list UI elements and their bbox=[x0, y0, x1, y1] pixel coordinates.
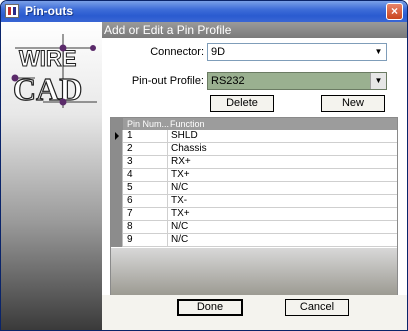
table-row[interactable]: 4 TX+ bbox=[111, 169, 397, 182]
cancel-button[interactable]: Cancel bbox=[285, 299, 349, 316]
wirecad-logo: WIRE CAD bbox=[7, 30, 99, 120]
profile-value: RS232 bbox=[211, 75, 245, 87]
row-selector[interactable] bbox=[111, 182, 123, 195]
row-selector[interactable] bbox=[111, 156, 123, 169]
pin-number-cell[interactable]: 8 bbox=[125, 221, 168, 233]
row-selector[interactable] bbox=[111, 169, 123, 182]
row-selector[interactable] bbox=[111, 234, 123, 247]
pin-grid: Pin Num... Function 1 SHLD 2 Chassis 3 RX+ 4 TX… bbox=[110, 117, 398, 307]
column-header-pin[interactable]: Pin Num... bbox=[127, 118, 169, 130]
function-cell[interactable]: TX+ bbox=[171, 208, 190, 220]
main-panel: Add or Edit a Pin Profile Connector: 9D … bbox=[102, 22, 407, 330]
function-cell[interactable]: N/C bbox=[171, 234, 188, 246]
function-cell[interactable]: Chassis bbox=[171, 143, 207, 155]
window-title: Pin-outs bbox=[25, 4, 73, 18]
section-header: Add or Edit a Pin Profile bbox=[102, 22, 407, 38]
pin-outs-window: Pin-outs × WIRE CAD Add or Edit a Pin Pr… bbox=[0, 0, 408, 331]
table-row[interactable]: 6 TX- bbox=[111, 195, 397, 208]
close-button[interactable]: × bbox=[386, 3, 403, 20]
pin-number-cell[interactable]: 9 bbox=[125, 234, 168, 246]
side-panel: WIRE CAD bbox=[1, 22, 102, 330]
table-row[interactable]: 3 RX+ bbox=[111, 156, 397, 169]
grid-corner bbox=[111, 118, 123, 130]
done-button[interactable]: Done bbox=[177, 299, 243, 316]
function-cell[interactable]: TX- bbox=[171, 195, 187, 207]
logo-text-wire: WIRE bbox=[19, 46, 76, 71]
profile-select[interactable]: RS232 ▼ bbox=[207, 72, 387, 90]
pin-number-cell[interactable]: 5 bbox=[125, 182, 168, 194]
row-selector[interactable] bbox=[111, 208, 123, 221]
table-row[interactable]: 1 SHLD bbox=[111, 130, 397, 143]
connector-label: Connector: bbox=[150, 46, 204, 58]
table-row[interactable]: 9 N/C bbox=[111, 234, 397, 247]
pin-number-cell[interactable]: 3 bbox=[125, 156, 168, 168]
new-button[interactable]: New bbox=[321, 95, 385, 112]
column-header-function[interactable]: Function bbox=[170, 118, 205, 130]
function-cell[interactable]: RX+ bbox=[171, 156, 191, 168]
table-row[interactable]: 7 TX+ bbox=[111, 208, 397, 221]
chevron-down-icon[interactable]: ▼ bbox=[370, 73, 386, 89]
pin-number-cell[interactable]: 2 bbox=[125, 143, 168, 155]
function-cell[interactable]: TX+ bbox=[171, 169, 190, 181]
table-row[interactable]: 8 N/C bbox=[111, 221, 397, 234]
pin-number-cell[interactable]: 7 bbox=[125, 208, 168, 220]
row-selector[interactable] bbox=[111, 221, 123, 234]
profile-label: Pin-out Profile: bbox=[131, 75, 204, 87]
row-pointer-icon[interactable] bbox=[111, 130, 123, 143]
table-row[interactable]: 5 N/C bbox=[111, 182, 397, 195]
title-bar[interactable]: Pin-outs × bbox=[1, 1, 407, 22]
delete-button[interactable]: Delete bbox=[210, 95, 274, 112]
chevron-down-icon[interactable]: ▼ bbox=[371, 44, 386, 60]
row-selector[interactable] bbox=[111, 195, 123, 208]
table-row[interactable]: 2 Chassis bbox=[111, 143, 397, 156]
function-cell[interactable]: N/C bbox=[171, 221, 188, 233]
connector-value: 9D bbox=[211, 46, 226, 58]
row-selector[interactable] bbox=[111, 143, 123, 156]
logo-text-cad: CAD bbox=[13, 71, 82, 107]
app-icon bbox=[5, 4, 19, 18]
pin-number-cell[interactable]: 4 bbox=[125, 169, 168, 181]
footer-bar: Done Cancel bbox=[102, 295, 407, 330]
pin-number-cell[interactable]: 1 bbox=[125, 130, 168, 142]
connector-select[interactable]: 9D ▼ bbox=[207, 43, 387, 61]
function-cell[interactable]: N/C bbox=[171, 182, 188, 194]
pin-number-cell[interactable]: 6 bbox=[125, 195, 168, 207]
function-cell[interactable]: SHLD bbox=[171, 130, 198, 142]
grid-header: Pin Num... Function bbox=[111, 118, 397, 130]
